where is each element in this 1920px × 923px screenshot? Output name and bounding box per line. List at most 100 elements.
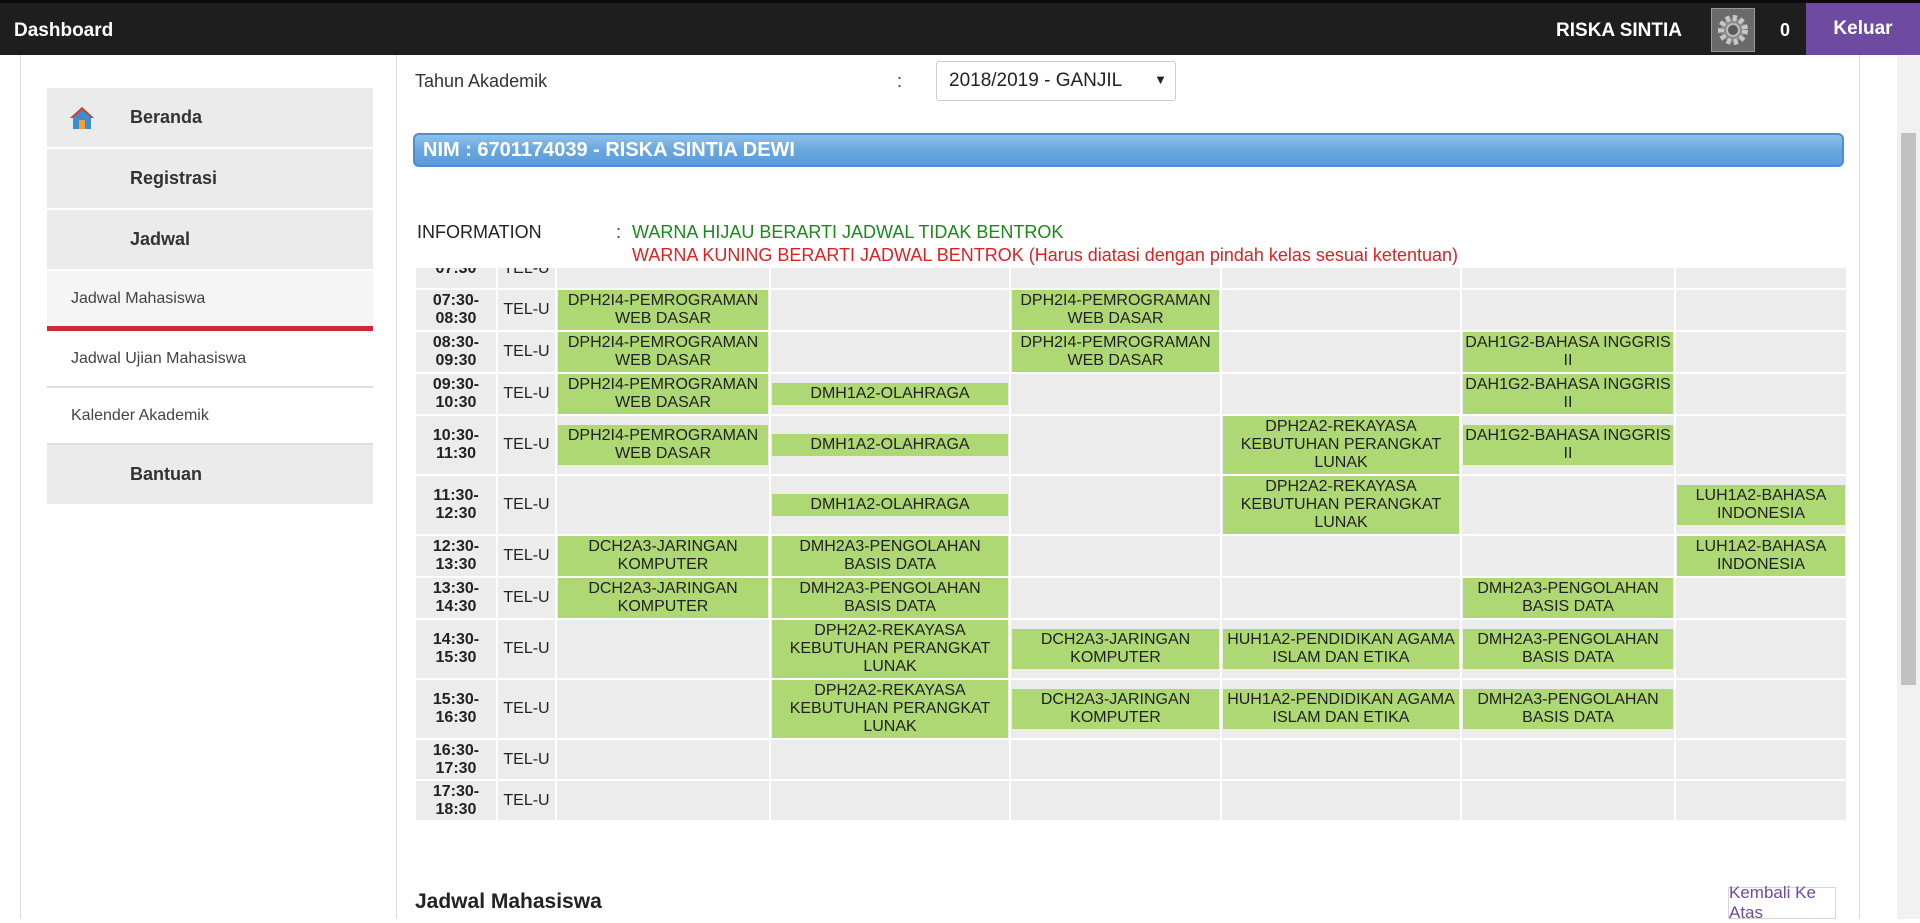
location-cell: TEL-U bbox=[498, 740, 555, 779]
schedule-cell bbox=[1222, 290, 1460, 330]
course-block[interactable]: HUH1A2-PENDIDIKAN AGAMA ISLAM DAN ETIKA bbox=[1223, 629, 1459, 669]
sidebar-item-beranda[interactable]: Beranda bbox=[47, 88, 373, 149]
page-scrollbar[interactable] bbox=[1897, 55, 1920, 919]
course-block[interactable]: DPH2I4-PEMROGRAMAN WEB DASAR bbox=[1012, 290, 1219, 330]
sidebar-item-bantuan[interactable]: Bantuan bbox=[47, 445, 373, 506]
schedule-cell bbox=[1011, 476, 1220, 534]
dashboard-link[interactable]: Dashboard bbox=[14, 20, 113, 42]
schedule-row: 16:30-17:30 TEL-U bbox=[416, 740, 1846, 779]
schedule-row: 07:30 TEL-U bbox=[416, 268, 1846, 288]
time-slot: 17:30-18:30 bbox=[416, 781, 496, 820]
course-block[interactable]: LUH1A2-BAHASA INDONESIA bbox=[1677, 536, 1845, 576]
course-block[interactable]: DPH2A2-REKAYASA KEBUTUHAN PERANGKAT LUNA… bbox=[1223, 476, 1459, 534]
time-slot: 13:30-14:30 bbox=[416, 578, 496, 618]
course-block[interactable]: DPH2A2-REKAYASA KEBUTUHAN PERANGKAT LUNA… bbox=[772, 620, 1008, 678]
schedule-cell: DPH2A2-REKAYASA KEBUTUHAN PERANGKAT LUNA… bbox=[1222, 416, 1460, 474]
course-block[interactable]: DPH2I4-PEMROGRAMAN WEB DASAR bbox=[1012, 332, 1219, 372]
schedule-cell bbox=[1462, 740, 1674, 779]
schedule-cell bbox=[557, 268, 769, 288]
schedule-cell: DCH2A3-JARINGAN KOMPUTER bbox=[1011, 680, 1220, 738]
course-block[interactable]: DPH2I4-PEMROGRAMAN WEB DASAR bbox=[558, 425, 768, 465]
schedule-cell bbox=[1676, 620, 1846, 678]
info-red-text: WARNA KUNING BERARTI JADWAL BENTROK (Har… bbox=[632, 245, 1458, 265]
time-slot: 16:30-17:30 bbox=[416, 740, 496, 779]
schedule-cell bbox=[1676, 416, 1846, 474]
info-green-text: WARNA HIJAU BERARTI JADWAL TIDAK BENTROK bbox=[632, 222, 1064, 242]
schedule-row: 11:30-12:30 TEL-U DMH1A2-OLAHRAGA DPH2A2-RE… bbox=[416, 476, 1846, 534]
location-cell: TEL-U bbox=[498, 536, 555, 576]
back-to-top-button[interactable]: Kembali Ke Atas bbox=[1728, 883, 1836, 922]
schedule-row: 13:30-14:30 TEL-U DCH2A3-JARINGAN KOMPUTER… bbox=[416, 578, 1846, 618]
schedule-row: 09:30-10:30 TEL-U DPH2I4-PEMROGRAMAN WEB D… bbox=[416, 374, 1846, 414]
schedule-cell bbox=[771, 290, 1009, 330]
sidebar-item-jadwal[interactable]: Jadwal bbox=[47, 210, 373, 271]
schedule-cell: DMH2A3-PENGOLAHAN BASIS DATA bbox=[771, 578, 1009, 618]
schedule-cell bbox=[1676, 374, 1846, 414]
schedule-cell: DMH2A3-PENGOLAHAN BASIS DATA bbox=[1462, 680, 1674, 738]
schedule-cell: HUH1A2-PENDIDIKAN AGAMA ISLAM DAN ETIKA bbox=[1222, 620, 1460, 678]
course-block[interactable]: DPH2I4-PEMROGRAMAN WEB DASAR bbox=[558, 290, 768, 330]
location-cell: TEL-U bbox=[498, 374, 555, 414]
sidebar-subitem-jadwal-ujian[interactable]: Jadwal Ujian Mahasiswa bbox=[47, 331, 373, 388]
course-block[interactable]: DMH1A2-OLAHRAGA bbox=[772, 494, 1008, 516]
course-block[interactable]: DCH2A3-JARINGAN KOMPUTER bbox=[558, 578, 768, 618]
course-block[interactable]: HUH1A2-PENDIDIKAN AGAMA ISLAM DAN ETIKA bbox=[1223, 689, 1459, 729]
scrollbar-thumb[interactable] bbox=[1901, 133, 1916, 685]
course-block[interactable]: DMH1A2-OLAHRAGA bbox=[772, 383, 1008, 405]
schedule-cell: DPH2A2-REKAYASA KEBUTUHAN PERANGKAT LUNA… bbox=[1222, 476, 1460, 534]
schedule-grid[interactable]: 07:30 TEL-U 07:30-08:30 TEL-U DPH2I4-PEMROGR… bbox=[414, 268, 1857, 868]
schedule-cell bbox=[1462, 290, 1674, 330]
time-slot: 14:30-15:30 bbox=[416, 620, 496, 678]
course-block[interactable]: DPH2I4-PEMROGRAMAN WEB DASAR bbox=[558, 332, 768, 372]
schedule-cell: DPH2I4-PEMROGRAMAN WEB DASAR bbox=[557, 332, 769, 372]
course-block[interactable]: DAH1G2-BAHASA INGGRIS II bbox=[1463, 425, 1673, 465]
schedule-cell: DCH2A3-JARINGAN KOMPUTER bbox=[557, 578, 769, 618]
course-block[interactable]: DAH1G2-BAHASA INGGRIS II bbox=[1463, 332, 1673, 372]
schedule-cell: DAH1G2-BAHASA INGGRIS II bbox=[1462, 416, 1674, 474]
time-slot: 09:30-10:30 bbox=[416, 374, 496, 414]
location-cell: TEL-U bbox=[498, 290, 555, 330]
info-label: INFORMATION bbox=[417, 222, 542, 242]
notification-count[interactable]: 0 bbox=[1780, 20, 1790, 41]
sidebar-subitem-kalender-akademik[interactable]: Kalender Akademik bbox=[47, 388, 373, 445]
location-cell: TEL-U bbox=[498, 416, 555, 474]
course-block[interactable]: DPH2I4-PEMROGRAMAN WEB DASAR bbox=[558, 374, 768, 414]
sidebar-subitem-jadwal-mahasiswa[interactable]: Jadwal Mahasiswa bbox=[47, 271, 373, 326]
schedule-row: 17:30-18:30 TEL-U bbox=[416, 781, 1846, 820]
sidebar-item-registrasi[interactable]: Registrasi bbox=[47, 149, 373, 210]
schedule-cell: DMH2A3-PENGOLAHAN BASIS DATA bbox=[1462, 620, 1674, 678]
location-cell: TEL-U bbox=[498, 476, 555, 534]
course-block[interactable]: DAH1G2-BAHASA INGGRIS II bbox=[1463, 374, 1673, 414]
user-name[interactable]: RISKA SINTIA bbox=[1556, 20, 1682, 42]
course-block[interactable]: DPH2A2-REKAYASA KEBUTUHAN PERANGKAT LUNA… bbox=[1223, 416, 1459, 474]
time-slot: 07:30-08:30 bbox=[416, 290, 496, 330]
academic-year-colon: : bbox=[897, 71, 903, 91]
time-slot: 12:30-13:30 bbox=[416, 536, 496, 576]
course-block[interactable]: DCH2A3-JARINGAN KOMPUTER bbox=[558, 536, 768, 576]
course-block[interactable]: DCH2A3-JARINGAN KOMPUTER bbox=[1012, 689, 1219, 729]
schedule-cell bbox=[1676, 268, 1846, 288]
logout-button[interactable]: Keluar bbox=[1806, 3, 1920, 55]
course-block[interactable]: DMH2A3-PENGOLAHAN BASIS DATA bbox=[772, 536, 1008, 576]
course-block[interactable]: DMH2A3-PENGOLAHAN BASIS DATA bbox=[1463, 578, 1673, 618]
settings-gear-icon[interactable] bbox=[1711, 8, 1755, 52]
academic-year-select[interactable]: 2018/2019 - GANJIL ▼ bbox=[936, 61, 1176, 101]
course-block[interactable]: DPH2A2-REKAYASA KEBUTUHAN PERANGKAT LUNA… bbox=[772, 680, 1008, 738]
schedule-cell bbox=[1222, 332, 1460, 372]
schedule-cell bbox=[557, 476, 769, 534]
sidebar-item-label: Beranda bbox=[130, 107, 203, 127]
course-block[interactable]: DMH2A3-PENGOLAHAN BASIS DATA bbox=[1463, 689, 1673, 729]
course-block[interactable]: DMH2A3-PENGOLAHAN BASIS DATA bbox=[772, 578, 1008, 618]
course-block[interactable]: DMH2A3-PENGOLAHAN BASIS DATA bbox=[1463, 629, 1673, 669]
course-block[interactable]: LUH1A2-BAHASA INDONESIA bbox=[1677, 485, 1845, 525]
schedule-row: 08:30-09:30 TEL-U DPH2I4-PEMROGRAMAN WEB D… bbox=[416, 332, 1846, 372]
schedule-cell: DAH1G2-BAHASA INGGRIS II bbox=[1462, 374, 1674, 414]
student-nim-header: NIM : 6701174039 - RISKA SINTIA DEWI bbox=[413, 133, 1844, 167]
schedule-cell bbox=[771, 268, 1009, 288]
schedule-cell bbox=[557, 680, 769, 738]
location-cell: TEL-U bbox=[498, 578, 555, 618]
course-block[interactable]: DCH2A3-JARINGAN KOMPUTER bbox=[1012, 629, 1219, 669]
time-slot: 07:30 bbox=[416, 268, 496, 288]
course-block[interactable]: DMH1A2-OLAHRAGA bbox=[772, 434, 1008, 456]
time-slot: 15:30-16:30 bbox=[416, 680, 496, 738]
